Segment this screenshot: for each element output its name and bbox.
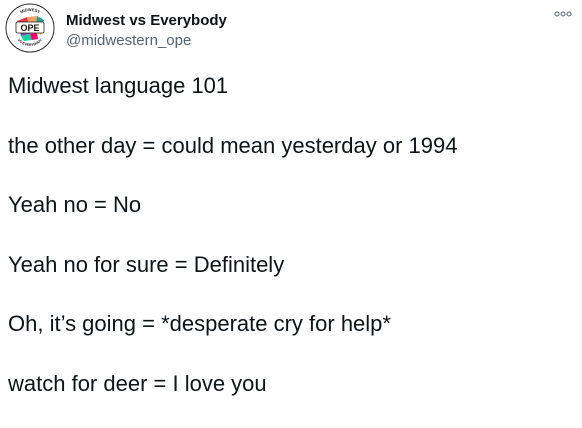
tweet-line: Yeah no for sure = Definitely bbox=[8, 251, 285, 277]
tweet-line-title: Midwest language 101 bbox=[8, 73, 229, 98]
ope-logo-avatar-icon: OPE MIDWEST VS EVERYBODY bbox=[5, 3, 55, 53]
author-handle[interactable]: @midwestern_ope bbox=[66, 31, 191, 51]
tweet-card: OPE MIDWEST VS EVERYBODY Midwest vs Ever… bbox=[0, 0, 582, 401]
avatar-text: OPE bbox=[20, 23, 39, 33]
more-options-button[interactable] bbox=[549, 4, 577, 24]
tweet-text: Midwest language 101 the other day = cou… bbox=[8, 71, 578, 428]
author-display-name[interactable]: Midwest vs Everybody bbox=[66, 11, 227, 31]
tweet-line: watch for deer = I love you bbox=[8, 370, 267, 396]
avatar[interactable]: OPE MIDWEST VS EVERYBODY bbox=[5, 3, 55, 53]
tweet-line: Oh, it’s going = *desperate cry for help… bbox=[8, 311, 391, 336]
tweet-line: Yeah no = No bbox=[8, 192, 142, 217]
more-options-icon bbox=[554, 11, 572, 17]
tweet-line: the other day = could mean yesterday or … bbox=[8, 132, 458, 158]
